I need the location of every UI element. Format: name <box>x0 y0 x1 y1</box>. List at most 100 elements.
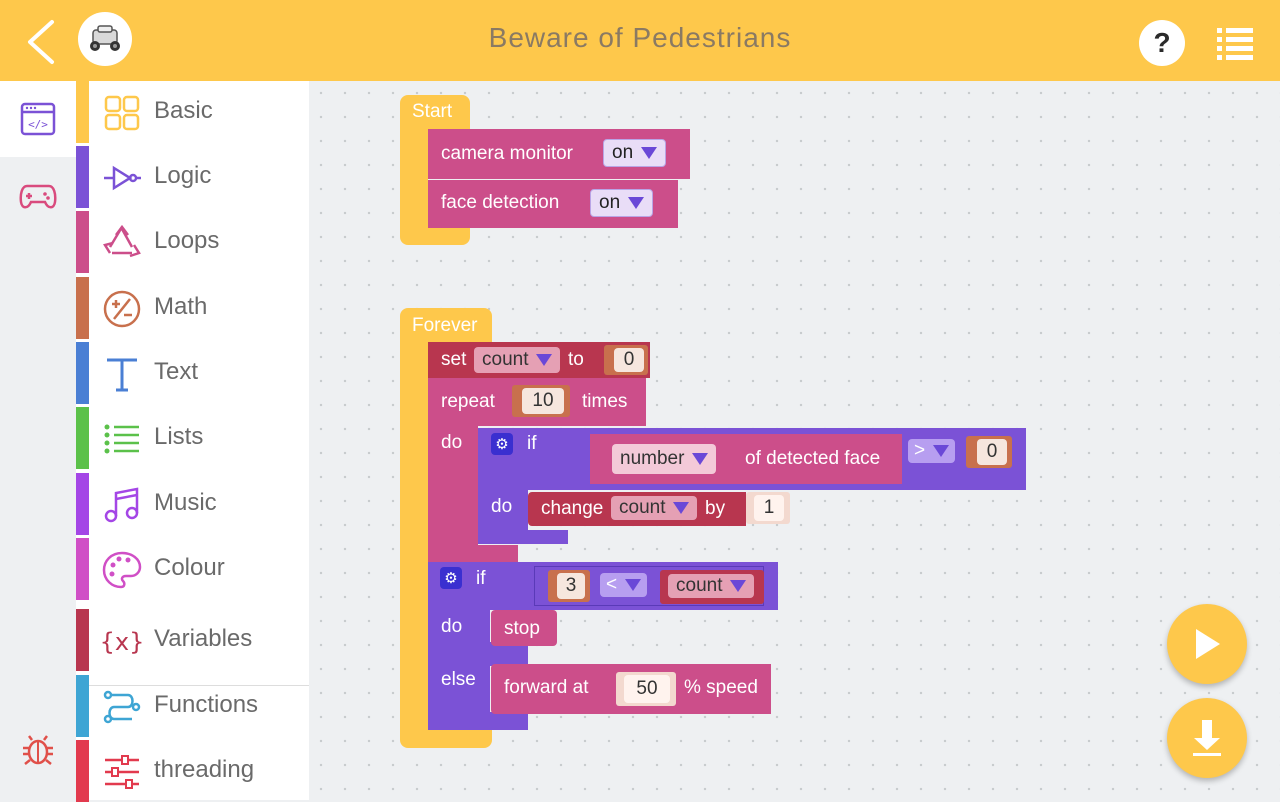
repeat-label: repeat <box>441 391 495 412</box>
repeat-foot <box>428 545 518 563</box>
help-button[interactable]: ? <box>1139 20 1185 66</box>
function-icon <box>103 690 141 724</box>
change-label: change <box>541 498 604 519</box>
camera-monitor-dropdown[interactable]: on <box>603 139 667 167</box>
category-label: Variables <box>154 625 253 652</box>
number-dropdown[interactable]: number <box>612 444 717 474</box>
category-loops[interactable]: Loops <box>76 211 309 273</box>
category-label: Functions <box>154 691 259 718</box>
palette-icon <box>102 551 142 589</box>
music-icon <box>104 487 139 523</box>
set-value-field[interactable]: 0 <box>614 348 644 372</box>
to-label: to <box>568 349 584 370</box>
category-color-bar <box>76 81 89 143</box>
gear-icon[interactable]: ⚙ <box>440 567 462 589</box>
category-color-bar <box>76 473 89 535</box>
start-label: Start <box>412 101 453 122</box>
download-icon <box>1193 720 1221 756</box>
category-color-bar <box>76 740 89 802</box>
start-arm <box>400 128 428 228</box>
face-detection-label: face detection <box>441 192 560 213</box>
play-icon <box>1196 629 1220 659</box>
category-color-bar <box>76 538 89 600</box>
category-basic[interactable]: Basic <box>76 81 309 143</box>
svg-text:{x}: {x} <box>102 628 142 656</box>
code-icon: </> <box>20 102 56 136</box>
stop-label: stop <box>504 618 540 639</box>
face-detection-dropdown[interactable]: on <box>590 189 654 217</box>
detected-face-label: of detected face <box>745 448 881 469</box>
variable-icon: {x} <box>102 628 142 656</box>
logic-gate-icon <box>104 165 141 191</box>
category-label: Basic <box>154 97 213 124</box>
bug-icon <box>23 735 53 765</box>
right-operand-dropdown[interactable]: count <box>668 574 755 598</box>
category-color-bar <box>76 146 89 208</box>
forever-foot <box>400 728 492 748</box>
category-label: Music <box>154 489 217 516</box>
change-value-field[interactable]: 1 <box>754 495 784 521</box>
category-logic[interactable]: Logic <box>76 146 309 208</box>
category-colour[interactable]: Colour <box>76 538 309 600</box>
category-math[interactable]: Math <box>76 277 309 339</box>
robot-car-icon <box>90 25 120 51</box>
change-variable-dropdown[interactable]: count <box>611 496 698 520</box>
right-operand-value: count <box>676 575 723 596</box>
number-value: number <box>620 448 685 469</box>
category-functions[interactable]: Functions <box>76 675 309 737</box>
category-color-bar <box>76 609 89 671</box>
if-foot <box>478 530 568 544</box>
face-detection-value: on <box>599 192 621 213</box>
category-text[interactable]: Text <box>76 342 309 404</box>
run-button[interactable] <box>1167 604 1247 684</box>
category-label: Loops <box>154 227 220 254</box>
recycle-icon <box>103 224 141 258</box>
gamepad-icon <box>19 184 57 209</box>
repeat-count-field[interactable]: 10 <box>522 388 564 414</box>
category-lists[interactable]: Lists <box>76 407 309 469</box>
sliders-icon <box>105 755 139 789</box>
less-than-dropdown[interactable]: < <box>600 573 648 597</box>
block-category-list: Basic Logic Loops Math Text Lists Music Colour {… <box>76 81 309 802</box>
by-label: by <box>705 498 726 519</box>
category-threading[interactable]: threading <box>76 740 309 802</box>
gear-icon[interactable]: ⚙ <box>491 433 513 455</box>
forever-arm <box>400 340 428 740</box>
back-arrow-icon[interactable] <box>22 18 62 66</box>
download-button[interactable] <box>1167 698 1247 778</box>
category-color-bar <box>76 407 89 469</box>
list-menu-icon[interactable] <box>1215 26 1255 62</box>
list-icon <box>104 424 139 454</box>
category-label: Math <box>154 293 208 320</box>
greater-than-dropdown[interactable]: > <box>908 439 956 463</box>
help-icon: ? <box>1153 27 1171 58</box>
repeat-do-label: do <box>441 432 463 453</box>
robot-car-avatar[interactable] <box>78 12 132 66</box>
project-title: Beware of Pedestrians <box>488 22 792 53</box>
forward-at-label: forward at <box>504 677 589 698</box>
category-label: Logic <box>154 162 212 189</box>
start-foot <box>400 225 470 245</box>
compare-value-field[interactable]: 0 <box>977 439 1007 465</box>
set-label: set <box>441 349 467 370</box>
top-bar: Beware of Pedestrians ? <box>0 0 1280 81</box>
set-variable-dropdown[interactable]: count <box>474 347 561 373</box>
category-music[interactable]: Music <box>76 473 309 535</box>
category-color-bar <box>76 211 89 273</box>
gamepad-mode-tab[interactable] <box>0 160 76 236</box>
greater-than-value: > <box>914 440 926 461</box>
text-icon <box>107 358 137 392</box>
grid-icon <box>104 95 140 131</box>
left-operand-field[interactable]: 3 <box>557 573 585 599</box>
code-mode-tab[interactable]: </> <box>0 81 76 157</box>
camera-monitor-value: on <box>612 142 634 163</box>
camera-monitor-label: camera monitor <box>441 143 573 164</box>
less-than-value: < <box>606 574 618 595</box>
change-variable-value: count <box>619 497 666 518</box>
speed-value-field[interactable]: 50 <box>624 675 670 703</box>
else-label: else <box>441 669 476 690</box>
debug-tab[interactable] <box>0 714 76 790</box>
category-label: Lists <box>154 423 204 450</box>
category-variables[interactable]: {x} Variables <box>76 609 309 671</box>
category-color-bar <box>76 675 89 737</box>
